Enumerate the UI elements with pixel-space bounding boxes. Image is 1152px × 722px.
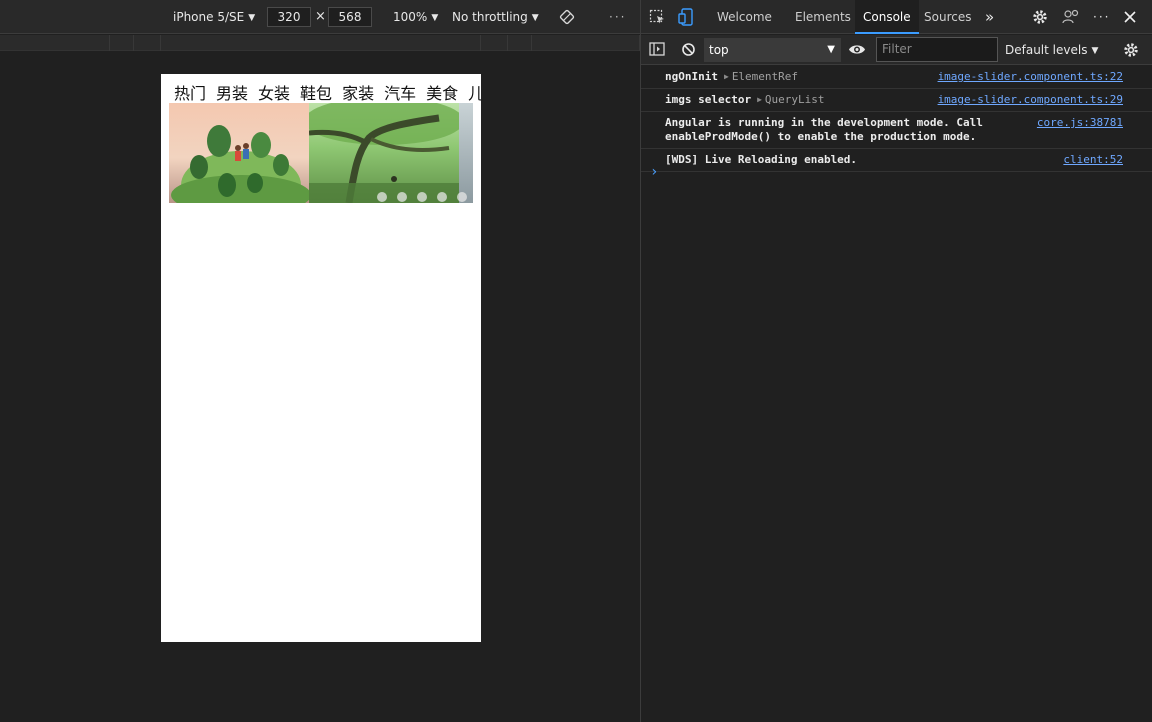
- height-input[interactable]: 568: [328, 7, 372, 27]
- devtools-tabbar: Welcome Elements Console Sources » ···: [641, 0, 1152, 34]
- source-link[interactable]: client:52: [1063, 153, 1123, 166]
- message-text: Angular is running in the development mo…: [665, 116, 990, 143]
- more-dots-icon[interactable]: ···: [1085, 0, 1118, 34]
- people-icon[interactable]: [1062, 9, 1080, 25]
- expand-triangle-icon[interactable]: ▶: [724, 72, 729, 81]
- device-name: iPhone 5/SE: [173, 10, 245, 24]
- chevron-down-icon: ▼: [827, 44, 835, 55]
- ruler-segment[interactable]: [0, 35, 110, 51]
- ruler-segment[interactable]: [134, 35, 161, 51]
- dimension-separator: ×: [315, 9, 326, 24]
- rotate-icon[interactable]: [559, 9, 575, 25]
- ruler-segment[interactable]: [532, 35, 640, 51]
- message-object[interactable]: ElementRef: [732, 70, 798, 83]
- chevron-down-icon: ▼: [248, 13, 256, 23]
- device-emulation-pane: iPhone 5/SE ▼ 320 × 568 100% ▼ No throttli…: [0, 0, 640, 722]
- ruler-segment[interactable]: [110, 35, 134, 51]
- menu-item[interactable]: 男装: [216, 84, 248, 104]
- more-dots-icon[interactable]: ···: [609, 0, 626, 34]
- media-query-ruler: [0, 35, 640, 51]
- context-value: top: [709, 43, 729, 57]
- screen: iPhone 5/SE ▼ 320 × 568 100% ▼ No throttli…: [0, 0, 1152, 722]
- slider-dot[interactable]: [377, 192, 387, 202]
- zoom-select[interactable]: 100% ▼: [393, 0, 438, 34]
- context-select[interactable]: top ▼: [704, 38, 841, 62]
- sidebar-toggle-icon[interactable]: [649, 42, 665, 56]
- clear-console-icon[interactable]: [681, 42, 696, 57]
- chevron-double-right-icon[interactable]: »: [977, 0, 1002, 34]
- menu-item[interactable]: 汽车: [384, 84, 416, 104]
- ruler-segment[interactable]: [161, 35, 481, 51]
- throttling-select[interactable]: No throttling ▼: [452, 0, 539, 34]
- log-levels-value: Default levels: [1005, 43, 1088, 57]
- close-icon[interactable]: [1124, 11, 1136, 23]
- slider-dot[interactable]: [457, 192, 467, 202]
- tab-welcome[interactable]: Welcome: [709, 0, 780, 34]
- console-prompt[interactable]: ›: [650, 164, 658, 180]
- devtools-panel: Welcome Elements Console Sources » ··· t…: [640, 0, 1152, 722]
- message-object[interactable]: QueryList: [765, 93, 825, 106]
- menu-item[interactable]: 热门: [174, 84, 206, 104]
- menu-item[interactable]: 家装: [342, 84, 374, 104]
- source-link[interactable]: core.js:38781: [1037, 116, 1123, 129]
- width-input[interactable]: 320: [267, 7, 311, 27]
- chevron-down-icon: ▼: [531, 13, 539, 23]
- device-toggle-icon[interactable]: [678, 8, 694, 26]
- expand-triangle-icon[interactable]: ▶: [757, 95, 762, 104]
- menu-item[interactable]: 女装: [258, 84, 290, 104]
- image-slider[interactable]: [169, 103, 473, 203]
- slide-image-hill: [169, 103, 309, 203]
- tab-console[interactable]: Console: [855, 0, 919, 34]
- message-text: imgs selector: [665, 93, 752, 106]
- console-toolbar: top ▼ Filter Default levels ▼: [641, 35, 1152, 65]
- device-select[interactable]: iPhone 5/SE ▼: [173, 0, 255, 34]
- message-text: [WDS] Live Reloading enabled.: [665, 153, 858, 166]
- ruler-segment[interactable]: [508, 35, 532, 51]
- device-toolbar: iPhone 5/SE ▼ 320 × 568 100% ▼ No throttli…: [0, 0, 640, 34]
- tab-elements[interactable]: Elements: [787, 0, 859, 34]
- emulated-page: 热门 男装 女装 鞋包 家装 汽车 美食儿: [161, 74, 481, 642]
- eye-icon[interactable]: [848, 43, 866, 56]
- tab-sources[interactable]: Sources: [916, 0, 979, 34]
- console-message[interactable]: ngOnInit ▶ ElementRef image-slider.compone…: [641, 66, 1152, 89]
- filter-input[interactable]: Filter: [876, 37, 998, 62]
- console-messages: ngOnInit ▶ ElementRef image-slider.compone…: [641, 66, 1152, 172]
- menu-item[interactable]: 美食: [426, 84, 458, 104]
- source-link[interactable]: image-slider.component.ts:29: [938, 93, 1123, 106]
- ruler-segment[interactable]: [481, 35, 508, 51]
- menu-item[interactable]: 鞋包: [300, 84, 332, 104]
- chevron-down-icon: ▼: [1091, 46, 1099, 56]
- slider-pagination: [367, 187, 467, 202]
- slider-dot[interactable]: [397, 192, 407, 202]
- console-message[interactable]: Angular is running in the development mo…: [641, 112, 1152, 149]
- inspect-icon[interactable]: [649, 9, 665, 25]
- slider-dot[interactable]: [417, 192, 427, 202]
- gear-icon[interactable]: [1032, 9, 1048, 25]
- console-message[interactable]: imgs selector ▶ QueryList image-slider.com…: [641, 89, 1152, 112]
- throttling-value: No throttling: [452, 10, 528, 24]
- console-message[interactable]: [WDS] Live Reloading enabled. client:52: [641, 149, 1152, 172]
- chevron-down-icon: ▼: [431, 13, 439, 23]
- menu-item[interactable]: 儿: [468, 84, 481, 104]
- source-link[interactable]: image-slider.component.ts:22: [938, 70, 1123, 83]
- hill-illustration: [171, 125, 309, 203]
- zoom-value: 100%: [393, 10, 428, 24]
- log-levels-select[interactable]: Default levels ▼: [1005, 35, 1098, 65]
- message-text: ngOnInit: [665, 70, 718, 83]
- slider-dot[interactable]: [437, 192, 447, 202]
- gear-icon[interactable]: [1123, 42, 1139, 58]
